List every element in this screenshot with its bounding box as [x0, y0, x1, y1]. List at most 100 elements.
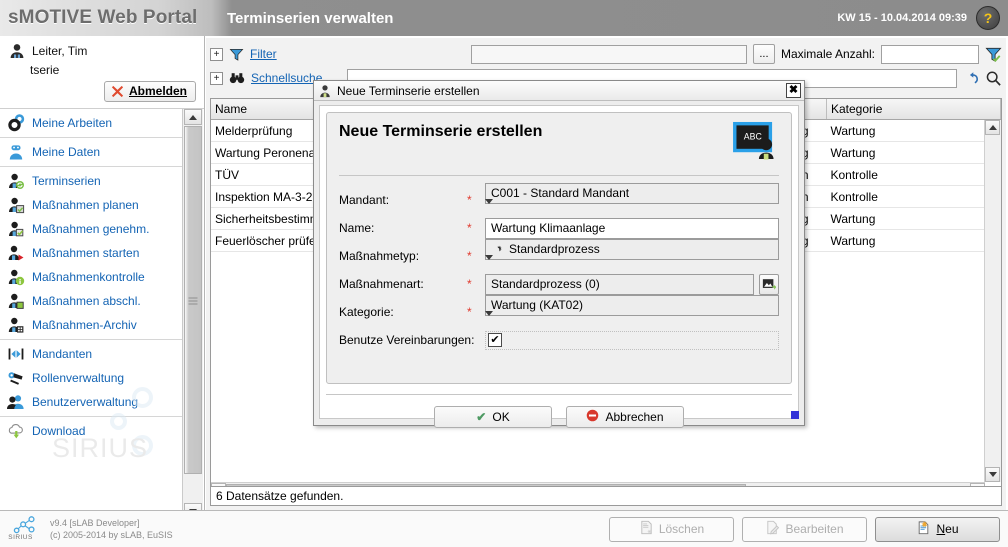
help-question-icon[interactable]: ? [976, 6, 1000, 30]
user-new-icon [318, 84, 332, 98]
filter-expander[interactable]: + [210, 47, 223, 61]
chevron-down-icon[interactable] [485, 254, 493, 274]
field-row-kategorie: Kategorie: * Wartung (KAT02) [339, 294, 779, 330]
new-label-rest: eu [945, 522, 959, 536]
chevron-down-icon[interactable] [485, 310, 493, 330]
user-approve-icon [7, 220, 25, 238]
svg-text:ABC: ABC [744, 132, 762, 142]
field-control-massnahmenart [485, 273, 779, 295]
filter-input[interactable] [470, 44, 747, 64]
app-footer: SIRIUS v9.4 [sLAB Developer] (c) 2005-20… [0, 510, 1008, 547]
table-scroll-up-icon[interactable] [985, 120, 1000, 135]
cell-kategorie: Kontrolle [826, 163, 1001, 186]
chevron-down-icon[interactable] [485, 198, 493, 218]
cancel-button[interactable]: Abbrechen [566, 406, 684, 428]
sidebar-item-mandanten[interactable]: Mandanten [0, 342, 182, 366]
max-count-label: Maximale Anzahl: [780, 47, 875, 61]
new-doc-icon [916, 520, 931, 538]
user-start-icon [7, 244, 25, 262]
quicksearch-link[interactable]: Schnellsuche [251, 71, 322, 85]
sidebar-item-label: Download [32, 424, 86, 438]
funnel-apply-icon[interactable] [985, 46, 1002, 63]
required-marker: * [467, 221, 472, 235]
footer-buttons: Löschen Bearbeiten Neu [609, 516, 1000, 542]
ok-button[interactable]: ✔ OK [434, 406, 552, 428]
field-label-name: Name: [339, 221, 375, 235]
filter-link[interactable]: Filter [250, 47, 277, 61]
dialog-footer: ✔ OK Abbrechen [326, 394, 792, 428]
required-marker: * [467, 193, 472, 207]
new-button[interactable]: Neu [875, 516, 1000, 542]
sidebar-item-massnahmen-planen[interactable]: Maßnahmen planen [0, 193, 182, 217]
mandant-value: C001 - Standard Mandant [491, 186, 630, 200]
new-terminserie-dialog: Neue Terminserie erstellen ✖ Neue Termin… [313, 80, 805, 428]
sidebar-item-massnahmen-abschl[interactable]: Maßnahmen abschl. [0, 289, 182, 313]
field-row-vereinbarungen: Benutze Vereinbarungen: ✔ [339, 326, 779, 354]
sidebar-item-rollenverwaltung[interactable]: Rollenverwaltung [0, 366, 182, 390]
sidebar-item-massnahmen-genehm[interactable]: Maßnahmen genehm. [0, 217, 182, 241]
kategorie-select[interactable]: Wartung (KAT02) [485, 294, 779, 316]
sidebar-item-meine-arbeiten[interactable]: Meine Arbeiten [0, 111, 182, 135]
dialog-buttons: ✔ OK Abbrechen [326, 406, 792, 428]
table-vertical-scrollbar[interactable] [984, 120, 1001, 482]
sidebar-item-terminserien[interactable]: Terminserien [0, 169, 182, 193]
mandant-select[interactable]: C001 - Standard Mandant [485, 182, 779, 204]
logout-label: Abmelden [128, 84, 187, 98]
massnahmetyp-select[interactable]: Standardprozess [485, 238, 779, 260]
sidebar-item-label: Meine Arbeiten [32, 116, 113, 130]
app-brand: sMOTIVE Web Portal [8, 7, 198, 28]
quicksearch-expander[interactable]: + [210, 71, 223, 85]
vereinbarungen-checkbox[interactable]: ✔ [488, 333, 502, 347]
field-control-vereinbarungen: ✔ [485, 330, 779, 350]
column-header-kategorie[interactable]: Kategorie [826, 99, 1001, 120]
scroll-up-icon[interactable] [184, 109, 202, 125]
sidebar-item-download[interactable]: Download [0, 419, 182, 443]
kategorie-value: Wartung (KAT02) [491, 298, 584, 312]
field-label-mandant: Mandant: [339, 193, 390, 207]
name-input[interactable] [485, 217, 779, 239]
ok-label: OK [492, 410, 510, 424]
dialog-titlebar[interactable]: Neue Terminserie erstellen ✖ [314, 81, 804, 101]
field-label-vereinbarungen: Benutze Vereinbarungen: [339, 333, 475, 347]
sidebar-item-benutzerverwaltung[interactable]: Benutzerverwaltung [0, 390, 182, 414]
field-control-mandant: C001 - Standard Mandant [485, 182, 779, 218]
version-text: v9.4 [sLAB Developer] [50, 518, 140, 528]
massnahmenart-input[interactable] [485, 273, 754, 295]
sidebar: Leiter, Tim tserie Abmelden Meine Arbeit… [0, 36, 205, 519]
header-right: KW 15 - 10.04.2014 09:39 ? [837, 6, 1008, 30]
user-data-icon [7, 143, 25, 161]
max-count-input[interactable] [881, 44, 979, 64]
page-title: Terminserien verwalten [227, 9, 394, 27]
undo-arrow-icon[interactable] [963, 70, 979, 86]
table-scroll-down-icon[interactable] [985, 467, 1000, 482]
delete-button[interactable]: Löschen [609, 516, 734, 542]
filter-browse-button[interactable]: ... [752, 44, 775, 64]
close-icon[interactable]: ✖ [786, 83, 801, 98]
sidebar-scrollbar[interactable] [182, 109, 203, 519]
sidebar-item-massnahmenkontrolle[interactable]: Maßnahmenkontrolle [0, 265, 182, 289]
field-row-massnahmetyp: Maßnahmetyp: * Standardprozess [339, 238, 779, 274]
clients-icon [7, 345, 25, 363]
cell-kategorie: Wartung [826, 119, 1001, 142]
sidebar-item-label: Maßnahmen genehm. [32, 222, 150, 236]
nav-group: Terminserien Maßnahmen planen Maßnahmen … [0, 167, 182, 340]
dialog-body: Neue Terminserie erstellen ABC Mandant: … [319, 105, 799, 428]
scrollbar-thumb[interactable] [184, 126, 202, 474]
dialog-resize-handle[interactable] [791, 411, 799, 419]
edit-button[interactable]: Bearbeiten [742, 516, 867, 542]
magnifier-icon[interactable] [985, 70, 1002, 87]
sidebar-item-label: Rollenverwaltung [32, 371, 125, 385]
user-login: tserie [30, 63, 60, 77]
dialog-heading: Neue Terminserie erstellen [339, 123, 543, 140]
delete-label: Löschen [658, 522, 705, 536]
logout-button[interactable]: Abmelden [103, 81, 196, 102]
dialog-form: Mandant: * C001 - Standard Mandant Name:… [327, 176, 791, 354]
cell-kategorie: Kontrolle [826, 185, 1001, 208]
sidebar-item-massnahmen-archiv[interactable]: Maßnahmen-Archiv [0, 313, 182, 337]
nav-group: Meine Arbeiten [0, 109, 182, 138]
field-control-kategorie: Wartung (KAT02) [485, 294, 779, 330]
sidebar-item-massnahmen-starten[interactable]: Maßnahmen starten [0, 241, 182, 265]
field-label-massnahmenart: Maßnahmenart: [339, 277, 424, 291]
lookup-icon[interactable] [758, 273, 779, 295]
sidebar-item-meine-daten[interactable]: Meine Daten [0, 140, 182, 164]
